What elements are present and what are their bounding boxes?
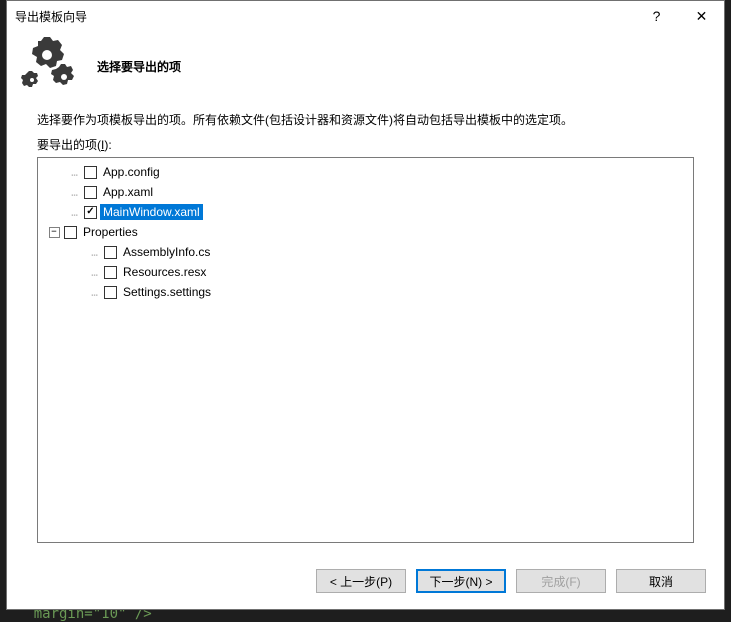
close-button[interactable]: ✕ (679, 1, 724, 31)
wizard-header: 选择要导出的项 (7, 31, 724, 101)
cancel-button[interactable]: 取消 (616, 569, 706, 593)
tree-item-checkbox[interactable] (84, 186, 97, 199)
wizard-content: 选择要作为项模板导出的项。所有依赖文件(包括设计器和资源文件)将自动包括导出模板… (7, 101, 724, 553)
items-tree[interactable]: … App.config … App.xaml … MainWindow.xaml − Pro… (37, 157, 694, 543)
window-title: 导出模板向导 (15, 8, 634, 25)
tree-item-checkbox[interactable] (84, 166, 97, 179)
tree-item[interactable]: … MainWindow.xaml (44, 202, 691, 222)
tree-line-icon: … (84, 286, 104, 299)
previous-button[interactable]: < 上一步(P) (316, 569, 406, 593)
tree-item-label[interactable]: AssemblyInfo.cs (120, 244, 213, 260)
tree-item-label[interactable]: MainWindow.xaml (100, 204, 203, 220)
tree-item-label[interactable]: Resources.resx (120, 264, 209, 280)
tree-item-checkbox[interactable] (84, 206, 97, 219)
finish-button: 完成(F) (516, 569, 606, 593)
tree-item[interactable]: … Settings.settings (44, 282, 691, 302)
tree-item-checkbox[interactable] (104, 286, 117, 299)
tree-item-checkbox[interactable] (104, 266, 117, 279)
wizard-heading: 选择要导出的项 (97, 58, 181, 75)
tree-item[interactable]: … App.xaml (44, 182, 691, 202)
wizard-gear-icon (19, 37, 79, 96)
tree-item-label[interactable]: Properties (80, 224, 141, 240)
tree-line-icon: … (64, 206, 84, 219)
tree-item-label[interactable]: App.config (100, 164, 163, 180)
tree-item[interactable]: − Properties (44, 222, 691, 242)
next-button[interactable]: 下一步(N) > (416, 569, 506, 593)
titlebar: 导出模板向导 ? ✕ (7, 1, 724, 31)
export-template-wizard-dialog: 导出模板向导 ? ✕ 选择要导出的项 选择要作为项模板导出的项。所有依赖文件(包… (6, 0, 725, 610)
tree-item-label[interactable]: Settings.settings (120, 284, 214, 300)
items-label: 要导出的项(I): (37, 136, 694, 153)
tree-line-icon: … (84, 266, 104, 279)
tree-expander-icon[interactable]: − (49, 227, 60, 238)
tree-line-icon: … (64, 166, 84, 179)
tree-line-icon: … (84, 246, 104, 259)
tree-item-checkbox[interactable] (64, 226, 77, 239)
wizard-footer: < 上一步(P) 下一步(N) > 完成(F) 取消 (7, 553, 724, 609)
tree-item-label[interactable]: App.xaml (100, 184, 156, 200)
tree-line-icon: … (64, 186, 84, 199)
tree-item-checkbox[interactable] (104, 246, 117, 259)
tree-item[interactable]: … Resources.resx (44, 262, 691, 282)
description-text: 选择要作为项模板导出的项。所有依赖文件(包括设计器和资源文件)将自动包括导出模板… (37, 111, 694, 130)
tree-item[interactable]: … App.config (44, 162, 691, 182)
tree-item[interactable]: … AssemblyInfo.cs (44, 242, 691, 262)
help-button[interactable]: ? (634, 1, 679, 31)
